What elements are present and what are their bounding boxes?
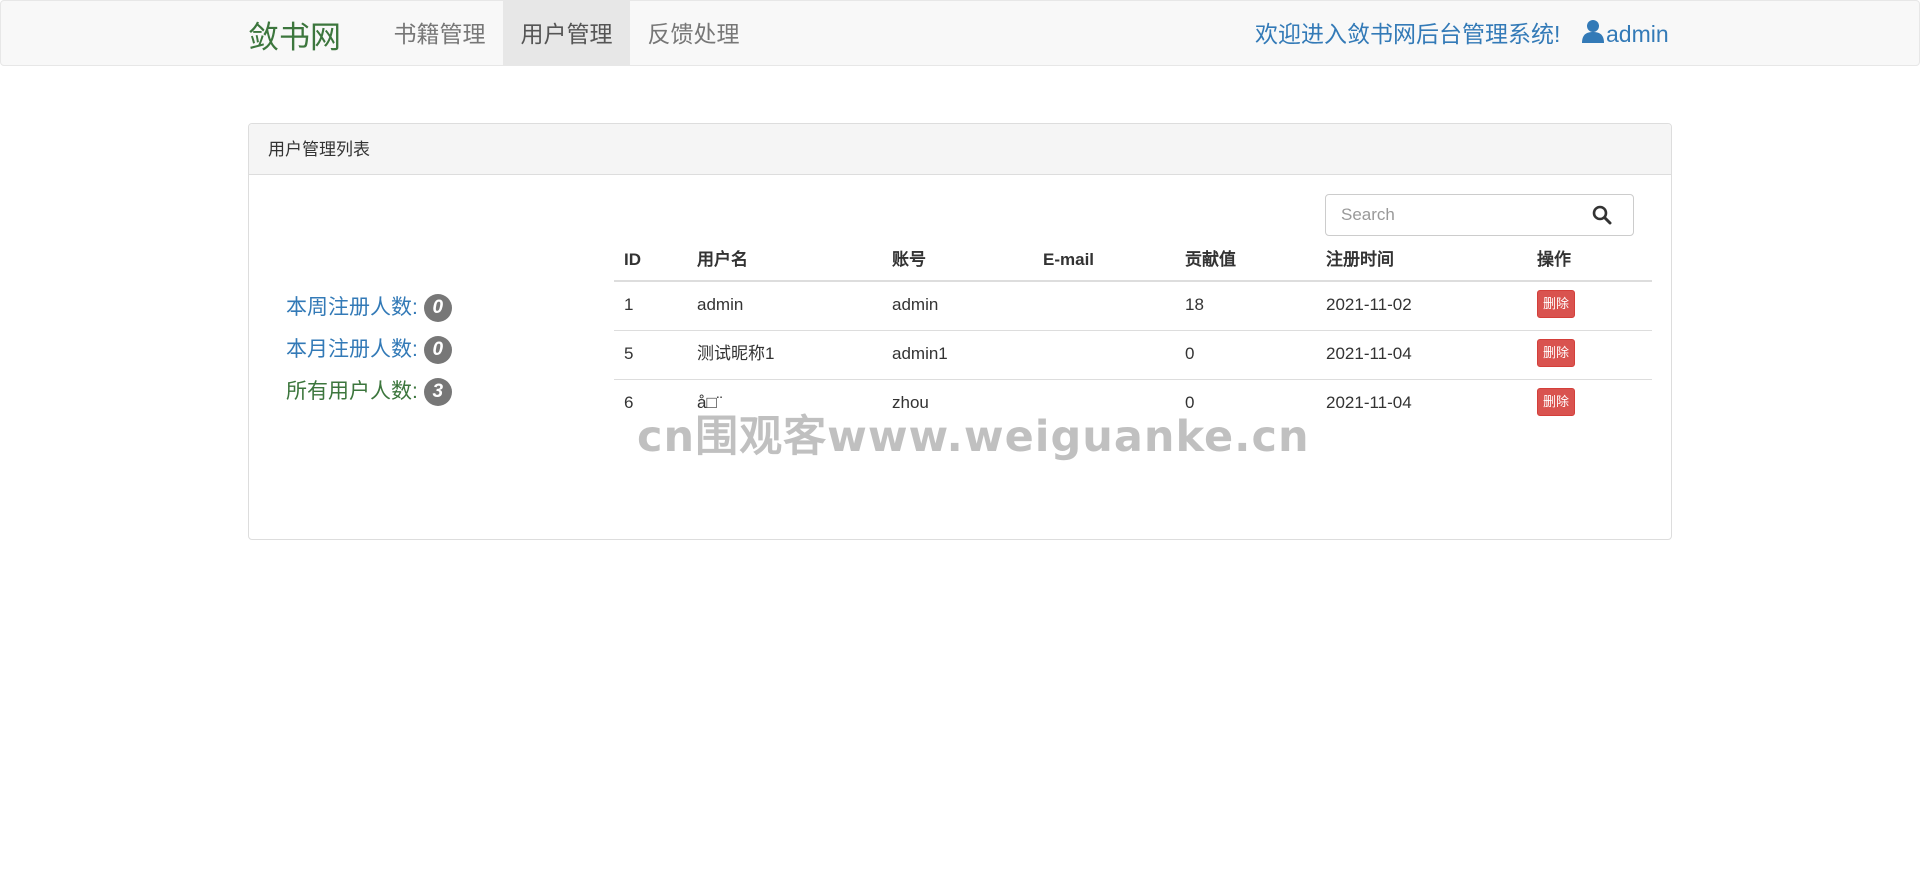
users-table: ID 用户名 账号 E-mail 贡献值 注册时间 操作 1 admin adm… [614,245,1652,428]
table-row: 1 admin admin 18 2021-11-02 删除 [614,282,1652,331]
stat-total-users: 所有用户人数: 3 [286,377,452,407]
col-id: ID [624,250,641,269]
stat-badge: 0 [423,336,452,365]
stat-label: 所有用户人数: [286,380,418,403]
search-box [1325,194,1634,236]
search-icon[interactable] [1592,205,1612,225]
stat-label: 本周注册人数: [286,296,418,319]
brand-logo[interactable]: 敛书网 [248,1,341,65]
stat-monthly-registrations: 本月注册人数: 0 [286,335,452,365]
nav-item-users[interactable]: 用户管理 [503,1,630,65]
panel-title: 用户管理列表 [249,124,1671,175]
cell-contribution: 0 [1185,344,1195,363]
table-row: 6 å□¨ zhou 0 2021-11-04 删除 [614,380,1652,428]
col-email: E-mail [1043,250,1095,269]
cell-account: admin [892,295,939,314]
welcome-text[interactable]: 欢迎进入敛书网后台管理系统! [1255,1,1560,65]
col-username: 用户名 [697,250,748,269]
delete-button[interactable]: 删除 [1537,339,1576,368]
cell-account: zhou [892,393,929,412]
stat-weekly-registrations: 本周注册人数: 0 [286,293,452,323]
cell-id: 5 [624,344,634,363]
table-row: 5 测试昵称1 admin1 0 2021-11-04 删除 [614,331,1652,380]
cell-actions: 删除 [1537,380,1576,426]
nav-item-books[interactable]: 书籍管理 [376,1,503,65]
search-input[interactable] [1326,195,1576,235]
stat-badge: 3 [423,378,452,407]
cell-contribution: 18 [1185,295,1204,314]
cell-id: 1 [624,295,634,314]
cell-id: 6 [624,393,634,412]
table-header: ID 用户名 账号 E-mail 贡献值 注册时间 操作 [614,245,1652,282]
cell-username: admin [697,295,744,314]
user-name: admin [1606,21,1669,47]
cell-username: 测试昵称1 [697,344,775,363]
cell-actions: 删除 [1537,282,1576,328]
col-register-date: 注册时间 [1326,250,1394,269]
cell-account: admin1 [892,344,948,363]
stat-label: 本月注册人数: [286,338,418,361]
delete-button[interactable]: 删除 [1537,290,1576,319]
col-contribution: 贡献值 [1185,250,1236,269]
user-management-panel: 用户管理列表 本周注册人数:0 本月注册人数:0 所有用户人数:3 ID 用户名… [248,123,1672,540]
user-icon [1582,20,1604,43]
col-account: 账号 [892,250,926,269]
cell-register-date: 2021-11-04 [1326,393,1412,412]
delete-button[interactable]: 删除 [1537,388,1576,417]
stat-badge: 0 [423,294,452,323]
cell-register-date: 2021-11-04 [1326,344,1412,363]
user-menu[interactable]: admin [1582,1,1669,65]
cell-register-date: 2021-11-02 [1326,295,1412,314]
cell-username: å□¨ [697,393,723,412]
cell-contribution: 0 [1185,393,1195,412]
col-actions: 操作 [1537,250,1571,269]
top-navbar: 敛书网 书籍管理 用户管理 反馈处理 欢迎进入敛书网后台管理系统! admin [0,0,1920,66]
nav-item-feedback[interactable]: 反馈处理 [630,1,757,65]
cell-actions: 删除 [1537,331,1576,377]
